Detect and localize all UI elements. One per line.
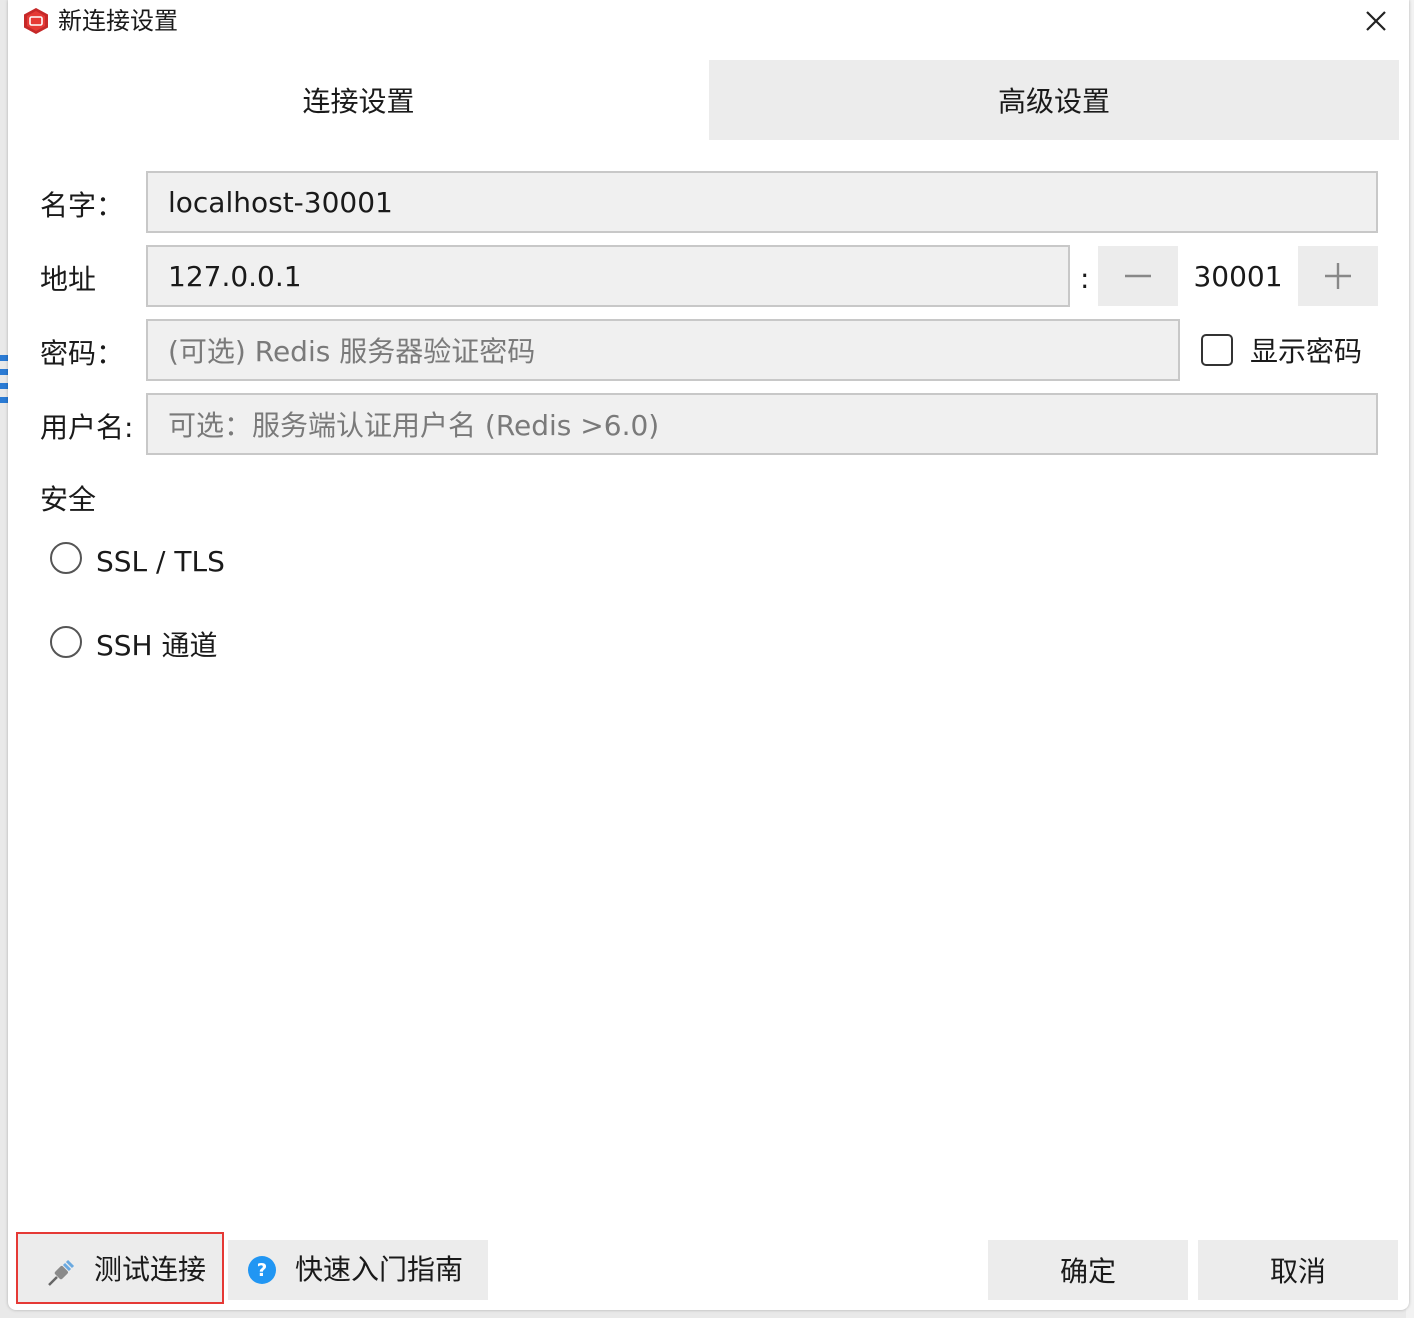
port-stepper: 30001 bbox=[1098, 246, 1378, 306]
tab-connection-settings[interactable]: 连接设置 bbox=[8, 60, 709, 140]
tab-advanced-settings[interactable]: 高级设置 bbox=[709, 60, 1399, 140]
plus-icon bbox=[1325, 263, 1351, 289]
quick-start-guide-label: 快速入门指南 bbox=[295, 1253, 464, 1286]
show-password-checkbox[interactable] bbox=[1201, 334, 1233, 366]
ok-button[interactable]: 确定 bbox=[988, 1240, 1188, 1300]
username-label: 用户名: bbox=[40, 411, 134, 444]
window-title: 新连接设置 bbox=[58, 7, 178, 35]
test-connection-label: 测试连接 bbox=[94, 1253, 207, 1286]
ssl-tls-label[interactable]: SSL / TLS bbox=[96, 542, 225, 582]
name-label: 名字： bbox=[40, 189, 125, 222]
password-label: 密码： bbox=[40, 337, 125, 370]
close-icon[interactable] bbox=[1361, 6, 1391, 36]
ssh-tunnel-radio[interactable] bbox=[50, 626, 82, 658]
show-password-label[interactable]: 显示密码 bbox=[1250, 332, 1362, 372]
minus-icon bbox=[1125, 274, 1151, 278]
address-input[interactable]: 127.0.0.1 bbox=[146, 245, 1070, 307]
port-increment-button[interactable] bbox=[1298, 246, 1378, 306]
username-input[interactable]: 可选：服务端认证用户名 (Redis >6.0) bbox=[146, 393, 1378, 455]
quick-start-guide-button[interactable]: ? 快速入门指南 bbox=[228, 1240, 488, 1300]
help-icon: ? bbox=[248, 1256, 276, 1284]
ssh-tunnel-label[interactable]: SSH 通道 bbox=[96, 626, 218, 666]
redis-app-icon bbox=[24, 8, 48, 34]
port-input[interactable]: 30001 bbox=[1178, 246, 1298, 306]
security-section-title: 安全 bbox=[40, 483, 97, 516]
name-input[interactable]: localhost-30001 bbox=[146, 171, 1378, 233]
password-input[interactable]: (可选) Redis 服务器验证密码 bbox=[146, 319, 1180, 381]
svg-text:?: ? bbox=[257, 1260, 267, 1281]
ssl-tls-radio[interactable] bbox=[50, 542, 82, 574]
background-window-left bbox=[0, 355, 8, 413]
new-connection-dialog: 新连接设置 连接设置 高级设置 名字： localhost-30001 地址 1… bbox=[8, 0, 1409, 1310]
address-label: 地址 bbox=[40, 263, 97, 296]
title-bar: 新连接设置 bbox=[8, 0, 1409, 44]
cancel-button[interactable]: 取消 bbox=[1198, 1240, 1398, 1300]
plug-icon bbox=[48, 1259, 75, 1286]
test-connection-button[interactable]: 测试连接 bbox=[16, 1232, 224, 1304]
address-port-separator: : bbox=[1080, 262, 1090, 295]
tab-bar: 连接设置 高级设置 bbox=[8, 60, 1409, 140]
port-decrement-button[interactable] bbox=[1098, 246, 1178, 306]
